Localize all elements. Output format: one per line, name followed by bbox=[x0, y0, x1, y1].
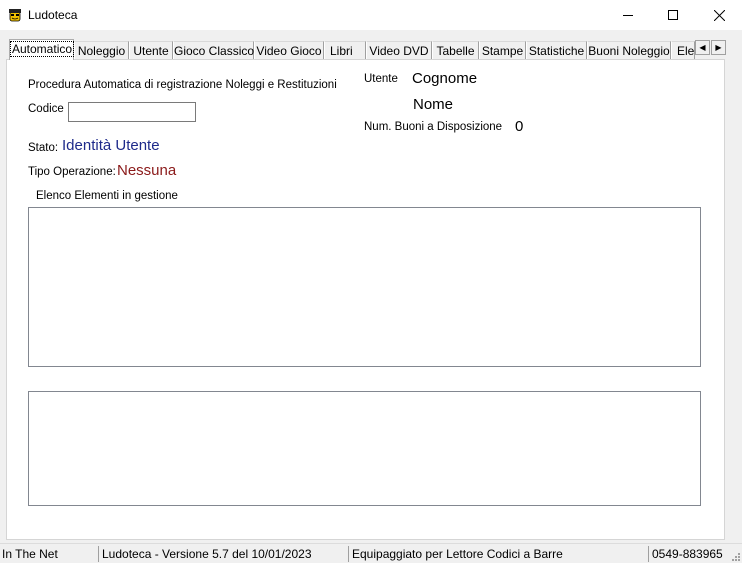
cognome-value: Cognome bbox=[412, 70, 478, 87]
tipo-operazione-value: Nessuna bbox=[117, 162, 177, 179]
codice-input[interactable] bbox=[68, 102, 196, 122]
buoni-label: Num. Buoni a Disposizione bbox=[364, 121, 503, 133]
nome-value: Nome bbox=[413, 96, 454, 113]
elenco-list[interactable] bbox=[28, 207, 701, 367]
automatico-panel: Procedura Automatica di registrazione No… bbox=[6, 59, 725, 540]
status-pane-network: In The Net bbox=[0, 546, 99, 562]
stato-value: Identità Utente bbox=[62, 137, 160, 154]
tab-noleggio[interactable]: Noleggio bbox=[74, 41, 129, 59]
tab-scroll-left-button[interactable]: ◀ bbox=[695, 40, 710, 55]
tab-gioco-classico[interactable]: Gioco Classico bbox=[173, 41, 254, 59]
maximize-icon bbox=[668, 10, 678, 20]
elenco-label: Elenco Elementi in gestione bbox=[36, 190, 178, 202]
close-icon bbox=[713, 9, 725, 21]
window-title: Ludoteca bbox=[28, 8, 78, 22]
ludoteca-app-icon bbox=[9, 9, 21, 22]
maximize-button[interactable] bbox=[650, 0, 696, 30]
utente-label: Utente bbox=[364, 73, 398, 85]
tab-scroll-right-button[interactable]: ▶ bbox=[711, 40, 726, 55]
details-list[interactable] bbox=[28, 391, 701, 506]
tipo-operazione-label: Tipo Operazione: bbox=[28, 166, 116, 178]
tab-elenco[interactable]: Elen bbox=[671, 41, 695, 59]
procedure-label: Procedura Automatica di registrazione No… bbox=[28, 79, 337, 91]
resize-grip-icon[interactable] bbox=[731, 552, 741, 562]
tab-utente[interactable]: Utente bbox=[129, 41, 173, 59]
tab-video-dvd[interactable]: Video DVD bbox=[366, 41, 432, 59]
stato-label: Stato: bbox=[28, 142, 59, 154]
tab-strip: Automatico Noleggio Utente Gioco Classic… bbox=[0, 38, 742, 60]
status-bar: In The Net Ludoteca - Versione 5.7 del 1… bbox=[0, 543, 742, 563]
minimize-icon bbox=[623, 15, 633, 16]
status-pane-phone: 0549-883965 bbox=[652, 547, 723, 561]
tab-buoni-noleggio[interactable]: Buoni Noleggio bbox=[587, 41, 671, 59]
close-button[interactable] bbox=[696, 0, 742, 30]
tab-statistiche[interactable]: Statistiche bbox=[526, 41, 587, 59]
tab-stampe[interactable]: Stampe bbox=[479, 41, 526, 59]
arrow-right-icon: ▶ bbox=[715, 43, 722, 52]
tab-automatico[interactable]: Automatico bbox=[9, 39, 75, 60]
tab-tabelle[interactable]: Tabelle bbox=[432, 41, 479, 59]
minimize-button[interactable] bbox=[605, 0, 651, 30]
status-pane-barcode: Equipaggiato per Lettore Codici a Barre bbox=[350, 546, 649, 562]
buoni-value: 0 bbox=[515, 118, 524, 135]
status-pane-version: Ludoteca - Versione 5.7 del 10/01/2023 bbox=[100, 546, 349, 562]
tab-libri[interactable]: Libri bbox=[324, 41, 366, 59]
tab-video-gioco[interactable]: Video Gioco bbox=[254, 41, 324, 59]
codice-label: Codice bbox=[28, 103, 64, 115]
arrow-left-icon: ◀ bbox=[699, 43, 706, 52]
title-bar: Ludoteca bbox=[0, 0, 742, 30]
tab-label: Automatico bbox=[10, 41, 75, 57]
